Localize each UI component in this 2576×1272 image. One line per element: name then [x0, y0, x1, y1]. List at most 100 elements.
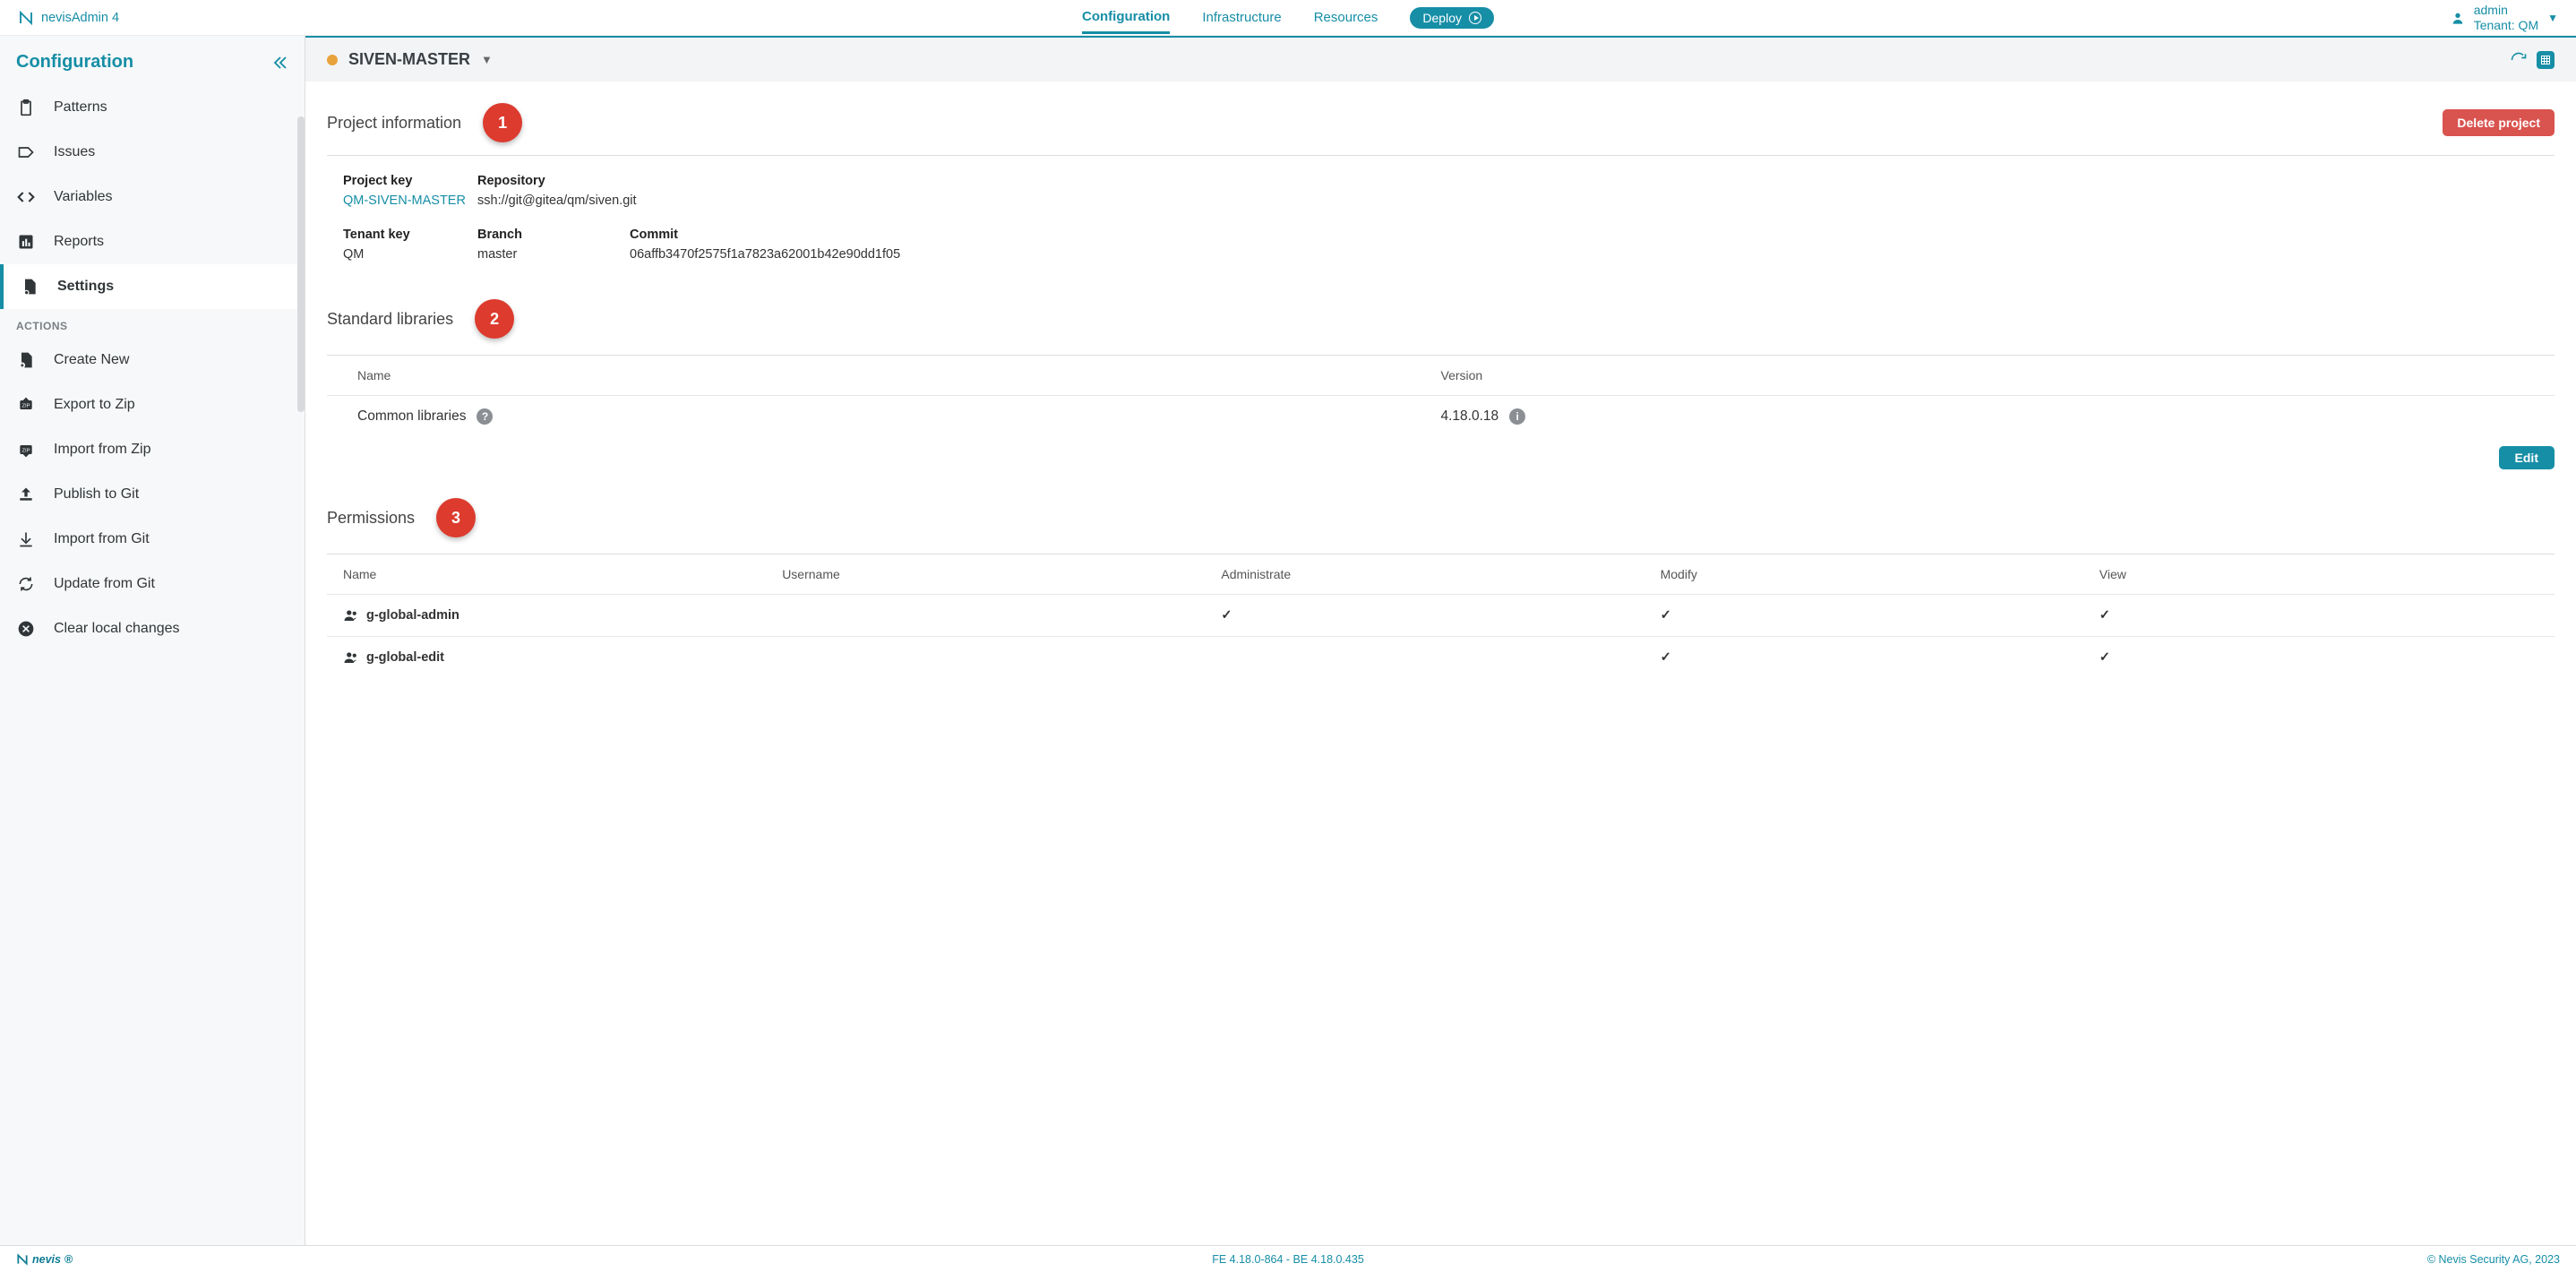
brand-logo-icon [18, 10, 34, 26]
section-title: Permissions [327, 509, 415, 528]
footer: nevis® FE 4.18.0-864 - BE 4.18.0.435 © N… [0, 1245, 2576, 1272]
action-export-zip[interactable]: ZIP Export to Zip [0, 382, 305, 427]
label: Publish to Git [54, 486, 139, 503]
permissions-table: Name Username Administrate Modify View g… [327, 554, 2555, 678]
action-clear-local[interactable]: Clear local changes [0, 606, 305, 651]
sidebar-item-settings[interactable]: Settings [0, 264, 305, 309]
help-icon[interactable]: ? [477, 408, 493, 425]
project-selector[interactable]: SIVEN-MASTER ▼ [327, 50, 493, 69]
sidebar-item-issues[interactable]: Issues [0, 130, 305, 175]
play-icon [1469, 12, 1481, 24]
action-import-zip[interactable]: ZIP Import from Zip [0, 427, 305, 472]
project-header: SIVEN-MASTER ▼ [305, 36, 2576, 82]
refresh-icon[interactable] [2510, 51, 2528, 69]
label: Variables [54, 189, 113, 205]
label-repository: Repository [477, 174, 637, 188]
zip-up-icon: ZIP [16, 395, 36, 415]
delete-project-button[interactable]: Delete project [2443, 109, 2555, 136]
file-gear-icon [20, 277, 39, 297]
topbar: nevisAdmin 4 Configuration Infrastructur… [0, 0, 2576, 36]
deploy-label: Deploy [1422, 11, 1462, 25]
main: SIVEN-MASTER ▼ Project information 1 Del… [305, 36, 2576, 1245]
deploy-button[interactable]: Deploy [1410, 7, 1494, 29]
nav-infrastructure[interactable]: Infrastructure [1202, 3, 1281, 32]
action-create-new[interactable]: Create New [0, 338, 305, 382]
col-name: Name [357, 368, 1441, 382]
libraries-section: Standard libraries 2 Name Version Common… [327, 299, 2555, 469]
grid-view-icon[interactable] [2537, 51, 2555, 69]
footer-brand: nevis® [16, 1253, 73, 1266]
svg-text:ZIP: ZIP [21, 449, 30, 454]
project-name: SIVEN-MASTER [348, 50, 470, 69]
project-info-section: Project information 1 Delete project Pro… [327, 103, 2555, 271]
branch-value: master [477, 247, 630, 262]
chevron-down-icon: ▼ [2547, 12, 2558, 24]
perm-name: g-global-edit [366, 650, 444, 665]
label: Create New [54, 352, 129, 368]
action-import-git[interactable]: Import from Git [0, 517, 305, 562]
user-menu[interactable]: admin Tenant: QM ▼ [2451, 3, 2558, 33]
sidebar-item-patterns[interactable]: Patterns [0, 85, 305, 130]
callout-1: 1 [483, 103, 522, 142]
content: Project information 1 Delete project Pro… [305, 82, 2576, 1245]
col-version: Version [1441, 368, 2525, 382]
brand[interactable]: nevisAdmin 4 [18, 10, 119, 26]
label: Reports [54, 234, 104, 250]
label: Clear local changes [54, 621, 180, 637]
sidebar-item-reports[interactable]: Reports [0, 219, 305, 264]
footer-copyright[interactable]: © Nevis Security AG, 2023 [2427, 1253, 2560, 1266]
table-row: g-global-admin ✓ ✓ ✓ [327, 594, 2555, 636]
callout-3: 3 [436, 498, 476, 537]
upload-icon [16, 485, 36, 504]
sidebar-item-variables[interactable]: Variables [0, 175, 305, 219]
nav-resources[interactable]: Resources [1314, 3, 1378, 32]
clipboard-icon [16, 98, 36, 117]
actions-list: Create New ZIP Export to Zip ZIP Import … [0, 338, 305, 651]
group-icon [343, 649, 359, 666]
label-tenant-key: Tenant key [343, 228, 477, 242]
sidebar: Configuration Patterns Issues Variables … [0, 36, 305, 1245]
label: Export to Zip [54, 397, 135, 413]
chevron-down-icon: ▼ [481, 53, 493, 66]
refresh-icon [16, 574, 36, 594]
file-plus-icon [16, 350, 36, 370]
svg-text:ZIP: ZIP [21, 404, 30, 409]
callout-2: 2 [475, 299, 514, 339]
tenant-value: QM [343, 247, 477, 262]
nav-configuration[interactable]: Configuration [1082, 2, 1170, 34]
permissions-section: Permissions 3 Name Username Administrate… [327, 498, 2555, 678]
col-view: View [2099, 567, 2538, 581]
actions-label: ACTIONS [0, 309, 305, 338]
x-circle-icon [16, 619, 36, 639]
edit-button[interactable]: Edit [2499, 446, 2555, 469]
nav-list: Patterns Issues Variables Reports Settin… [0, 85, 305, 309]
col-admin: Administrate [1221, 567, 1660, 581]
zip-down-icon: ZIP [16, 440, 36, 460]
col-username: Username [782, 567, 1221, 581]
user-icon [2451, 11, 2465, 25]
check-icon: ✓ [2099, 650, 2538, 665]
label: Import from Zip [54, 442, 150, 458]
table-row: g-global-edit ✓ ✓ [327, 636, 2555, 678]
label: Settings [57, 279, 114, 295]
perm-name: g-global-admin [366, 608, 459, 623]
action-update-git[interactable]: Update from Git [0, 562, 305, 606]
commit-value: 06affb3470f2575f1a7823a62001b42e90dd1f05 [630, 247, 900, 262]
collapse-icon[interactable] [272, 55, 288, 71]
label-branch: Branch [477, 228, 630, 242]
check-icon: ✓ [2099, 608, 2538, 623]
col-name: Name [343, 567, 782, 581]
section-title: Project information [327, 114, 461, 133]
action-publish-git[interactable]: Publish to Git [0, 472, 305, 517]
sidebar-title: Configuration [16, 52, 133, 73]
libraries-table: Name Version Common libraries ? 4.18.0.1… [327, 355, 2555, 437]
project-key[interactable]: QM-SIVEN-MASTER [343, 193, 477, 208]
download-icon [16, 529, 36, 549]
info-icon[interactable]: i [1509, 408, 1525, 425]
status-dot-icon [327, 55, 338, 65]
footer-version: FE 4.18.0-864 - BE 4.18.0.435 [1212, 1253, 1364, 1266]
chart-icon [16, 232, 36, 252]
check-icon: ✓ [1221, 608, 1660, 623]
scrollbar[interactable] [297, 116, 305, 412]
table-row: Common libraries ? 4.18.0.18 i [327, 395, 2555, 437]
